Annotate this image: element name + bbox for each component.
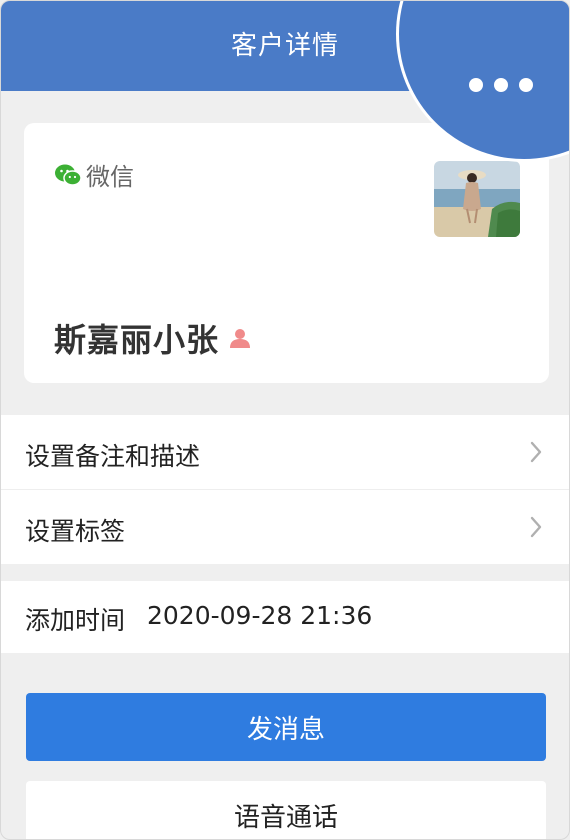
chevron-right-icon: [530, 516, 542, 538]
added-time-label: 添加时间: [25, 606, 126, 635]
avatar-photo: [434, 161, 520, 237]
person-icon: [230, 329, 251, 348]
avatar[interactable]: [434, 161, 520, 237]
contact-name-row: 斯嘉丽小张: [54, 315, 251, 361]
settings-list: 设置备注和描述 设置标签: [1, 415, 569, 564]
wechat-icon: [55, 164, 82, 186]
added-time-row: 添加时间 2020-09-28 21:36: [1, 581, 569, 653]
contact-card: 微信 斯嘉丽小张: [24, 123, 549, 383]
contact-name: 斯嘉丽小张: [54, 321, 220, 359]
source-badge: 微信: [54, 157, 134, 192]
send-message-button[interactable]: 发消息: [26, 693, 546, 761]
app-frame: 客户详情 微信 斯嘉丽小张 设置备注和描述 设置标签 添加时间 2020-09-…: [0, 0, 570, 840]
set-tags-label: 设置标签: [25, 517, 126, 546]
set-tags-row[interactable]: 设置标签: [1, 490, 569, 564]
voice-call-button[interactable]: 语音通话: [26, 781, 546, 839]
source-label: 微信: [86, 163, 134, 191]
set-remark-row[interactable]: 设置备注和描述: [1, 415, 569, 490]
chevron-right-icon: [530, 441, 542, 463]
more-dots-icon[interactable]: [469, 76, 533, 94]
added-time-value: 2020-09-28 21:36: [147, 601, 373, 630]
set-remark-label: 设置备注和描述: [25, 442, 201, 471]
